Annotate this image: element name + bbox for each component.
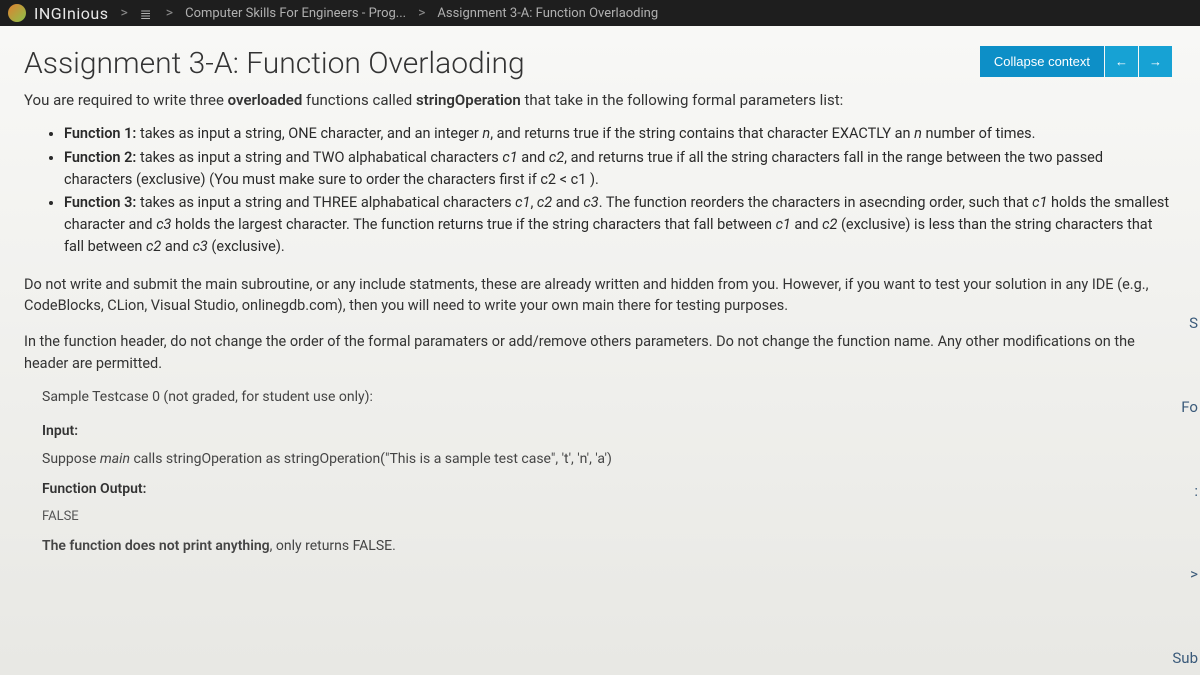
func-em: c2 — [537, 194, 552, 211]
func-text: and — [161, 238, 192, 255]
page-title: Assignment 3-A: Function Overlaoding — [24, 46, 525, 81]
func-text: and — [552, 194, 583, 211]
func-em: n — [914, 125, 922, 142]
list-item: Function 1: takes as input a string, ONE… — [64, 123, 1172, 145]
func-text: and — [518, 149, 549, 166]
edge-text: Fo — [1181, 398, 1198, 416]
func-label: Function 1: — [64, 125, 136, 142]
func-text: (exclusive). — [208, 238, 285, 255]
right-edge-panel: S Fo : > Sub — [1172, 306, 1200, 675]
sample-block: Sample Testcase 0 (not graded, for stude… — [42, 389, 1172, 554]
sample-note-text: , only returns FALSE. — [270, 538, 396, 554]
edge-text: : — [1194, 482, 1198, 500]
breadcrumb-page[interactable]: Assignment 3-A: Function Overlaoding — [437, 6, 658, 21]
sample-output-note: The function does not print anything, on… — [42, 538, 1172, 554]
sample-input-label: Input: — [42, 423, 1172, 439]
func-text: and — [791, 216, 822, 233]
sample-text-part: calls stringOperation as stringOperation… — [130, 451, 612, 467]
func-text: , and returns true if the string contain… — [490, 125, 914, 142]
page-header: Assignment 3-A: Function Overlaoding Col… — [24, 46, 1172, 81]
sample-title: Sample Testcase 0 (not graded, for stude… — [42, 389, 1172, 405]
func-em: c3 — [193, 238, 208, 255]
list-item: Function 3: takes as input a string and … — [64, 192, 1172, 257]
func-text: takes as input a string, ONE character, … — [136, 125, 482, 142]
brand-name[interactable]: INGInious — [34, 4, 108, 23]
sample-output-label: Function Output: — [42, 481, 1172, 497]
sample-text-em: main — [100, 451, 130, 467]
list-icon[interactable] — [140, 7, 154, 19]
breadcrumb-course[interactable]: Computer Skills For Engineers - Prog... — [185, 6, 406, 21]
edge-text: S — [1189, 314, 1198, 332]
intro-mid: functions called — [302, 91, 416, 109]
logo-icon — [8, 4, 26, 22]
list-item: Function 2: takes as input a string and … — [64, 147, 1172, 191]
func-em: c2 — [146, 238, 161, 255]
func-label: Function 2: — [64, 149, 136, 166]
func-em: c2 — [822, 216, 837, 233]
note-main: Do not write and submit the main subrout… — [24, 274, 1172, 318]
sample-output-value: FALSE — [42, 509, 1172, 524]
intro-bold1: overloaded — [228, 91, 303, 109]
func-text: . The function reorders the characters i… — [599, 194, 1032, 211]
sample-note-bold: The function does not print anything — [42, 538, 270, 554]
next-button[interactable]: → — [1139, 46, 1172, 77]
func-text: number of times. — [922, 125, 1036, 142]
header-buttons: Collapse context ← → — [980, 46, 1172, 77]
func-label: Function 3: — [64, 194, 136, 211]
sample-text-part: Suppose — [42, 451, 100, 467]
chevron-right-icon: > — [166, 5, 173, 21]
intro-bold2: stringOperation — [416, 91, 521, 109]
func-em: c1 — [502, 149, 517, 166]
func-em: c1 — [776, 216, 791, 233]
func-text: takes as input a string and THREE alphab… — [136, 194, 515, 211]
breadcrumb-bar: INGInious > > Computer Skills For Engine… — [0, 0, 1200, 26]
func-text: takes as input a string and TWO alphabat… — [136, 149, 502, 166]
func-text: holds the largest character. The functio… — [171, 216, 775, 233]
func-em: c1 — [515, 194, 530, 211]
chevron-right-icon: > — [120, 5, 127, 21]
func-em: c2 — [549, 149, 564, 166]
function-list: Function 1: takes as input a string, ONE… — [64, 123, 1172, 258]
func-em: c1 — [1032, 194, 1047, 211]
intro-suffix: that take in the following formal parame… — [521, 91, 844, 109]
chevron-right-icon: > — [418, 5, 425, 21]
intro-text: You are required to write three overload… — [24, 91, 1172, 109]
edge-text: Sub — [1172, 649, 1198, 667]
sample-input-text: Suppose main calls stringOperation as st… — [42, 451, 1172, 467]
note-header: In the function header, do not change th… — [24, 331, 1172, 375]
func-em: c3 — [583, 194, 598, 211]
func-em: c3 — [156, 216, 171, 233]
edge-text: > — [1190, 565, 1198, 583]
page-content: Assignment 3-A: Function Overlaoding Col… — [0, 26, 1200, 675]
intro-prefix: You are required to write three — [24, 91, 228, 109]
prev-button[interactable]: ← — [1105, 46, 1138, 77]
collapse-context-button[interactable]: Collapse context — [980, 46, 1104, 77]
